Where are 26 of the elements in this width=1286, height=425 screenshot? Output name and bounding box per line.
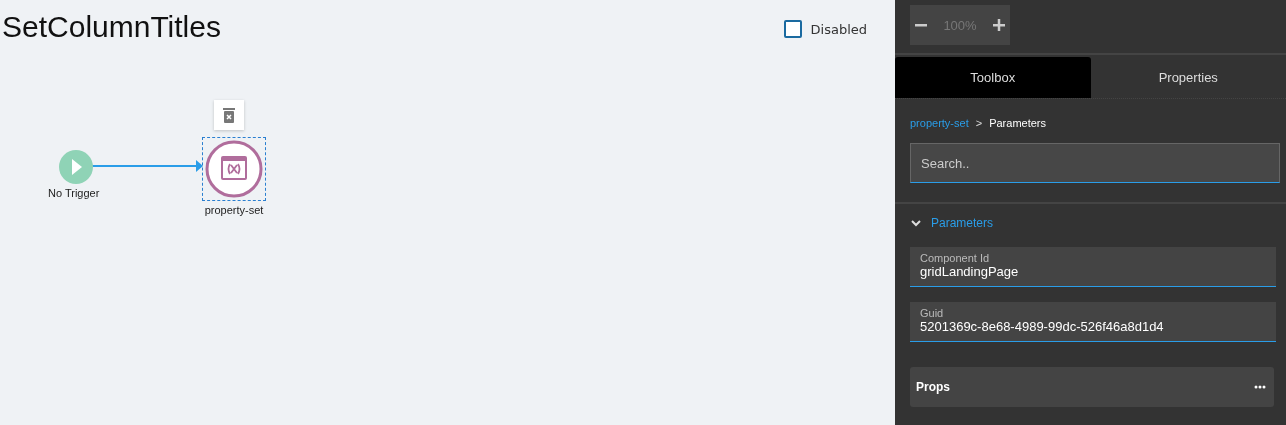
action-node[interactable] xyxy=(202,137,266,201)
text-field[interactable]: Component Id gridLandingPage xyxy=(910,247,1276,287)
play-node-icon[interactable] xyxy=(57,149,94,185)
node-label: property-set xyxy=(204,204,264,216)
field-label: Guid xyxy=(920,307,945,319)
trash-icon xyxy=(222,107,236,123)
field-value: gridLandingPage xyxy=(920,264,1020,279)
breadcrumb-separator: > xyxy=(975,117,983,129)
breadcrumb-current: Parameters xyxy=(989,117,1046,129)
page-title: SetColumnTitles xyxy=(2,10,221,44)
props-row[interactable]: Props xyxy=(910,367,1274,407)
props-label: Props xyxy=(916,380,950,394)
search-field[interactable]: Search.. xyxy=(910,143,1280,183)
zoom-in-icon[interactable] xyxy=(992,18,1006,32)
delete-button[interactable] xyxy=(214,100,244,130)
field-label: Component Id xyxy=(920,252,991,264)
tab[interactable]: Properties xyxy=(1090,57,1286,98)
breadcrumb-link[interactable]: property-set xyxy=(910,117,969,129)
more-icon[interactable] xyxy=(1254,385,1266,389)
field-value: 5201369c-8e68-4989-99dc-526f46a8d1d4 xyxy=(920,319,1165,334)
variable-window-icon xyxy=(205,140,263,198)
tab[interactable]: Toolbox xyxy=(895,57,1091,98)
chevron-icon[interactable] xyxy=(910,217,922,229)
node-label: No Trigger xyxy=(48,187,100,199)
text-field[interactable]: Guid 5201369c-8e68-4989-99dc-526f46a8d1d4 xyxy=(910,302,1276,342)
section-title[interactable]: Parameters xyxy=(931,216,994,230)
